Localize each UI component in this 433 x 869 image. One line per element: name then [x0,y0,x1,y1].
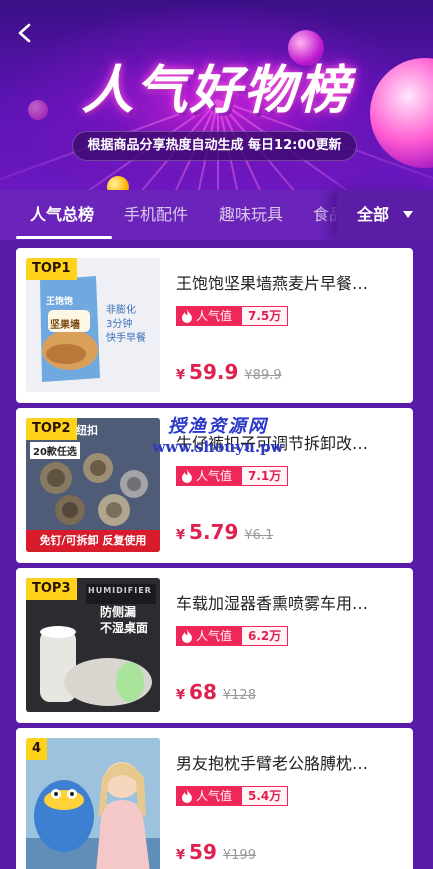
popularity-tag: 人气值 7.1万 [176,466,289,486]
popularity-tag: 人气值 5.4万 [176,786,289,806]
bag-claim-3: 快手早餐 [106,333,146,344]
popularity-tag: 人气值 6.2万 [176,626,289,646]
bag-brand-text: 王饱饱 [46,297,74,307]
popularity-value: 5.4万 [241,786,289,806]
rank-badge: TOP3 [26,578,77,600]
price-block: ¥5.79 ¥6.1 [176,520,273,544]
popularity-label-box: 人气值 [176,786,242,806]
original-price: ¥128 [222,688,256,703]
product-card[interactable]: 4 男友抱枕手臂老公胳膊枕… 人气值 5.4万 ¥59 ¥199 [16,728,413,869]
original-price: ¥6.1 [244,528,274,543]
rank-badge: TOP2 [26,418,77,440]
currency-symbol: ¥ [176,688,186,703]
product-image[interactable]: TOP2 20款任选 纽扣 免钉/可拆卸 反复使用 [26,418,160,552]
category-tabs: 人气总榜 手机配件 趣味玩具 食品 全部 [0,190,433,240]
flame-icon [182,789,192,803]
price-block: ¥59.9 ¥89.9 [176,360,282,384]
image-tag-selection: 20款任选 [30,442,80,459]
product-title[interactable]: 男友抱枕手臂老公胳膊枕… [176,750,400,774]
product-image[interactable]: TOP3 HUMIDIFIER 防侧漏 不湿桌面 [26,578,160,712]
rank-badge: TOP1 [26,258,77,280]
image-tag-buttons: 纽扣 [76,424,98,437]
product-card[interactable]: TOP2 20款任选 纽扣 免钉/可拆卸 反复使用 牛仔裤扣子可调节拆卸改… 人… [16,408,413,563]
page-title: 人气好物榜 [81,61,352,121]
image-bottom-banner: 免钉/可拆卸 反复使用 [26,530,160,552]
rank-badge: 4 [26,738,48,760]
product-title[interactable]: 车载加湿器香熏喷雾车用… [176,590,400,614]
currency-symbol: ¥ [176,848,186,863]
bag-label-text: 坚果墙 [50,320,80,331]
product-image[interactable]: 4 [26,738,160,869]
product-card[interactable]: TOP1 王饱饱 坚果墙 非膨化 3分钟 快手早餐 王饱饱坚果墙燕麦片早餐… 人… [16,248,413,403]
product-list[interactable]: TOP1 王饱饱 坚果墙 非膨化 3分钟 快手早餐 王饱饱坚果墙燕麦片早餐… 人… [0,240,433,869]
popularity-tag: 人气值 7.5万 [176,306,289,326]
current-price: 59 [189,840,217,864]
decor-ball [107,176,129,190]
bag-claim-1: 非膨化 [106,305,136,316]
bag-claim-2: 3分钟 [106,319,133,330]
popularity-label-box: 人气值 [176,466,242,486]
current-price: 59.9 [189,360,239,384]
popularity-label-box: 人气值 [176,306,242,326]
current-price: 68 [189,680,217,704]
header-banner: 人气好物榜 根据商品分享热度自动生成 每日12:00更新 [0,0,433,190]
popularity-value: 7.1万 [241,466,289,486]
popularity-label: 人气值 [196,789,233,803]
all-categories-label: 全部 [357,205,390,224]
image-claims: 防侧漏 不湿桌面 [100,604,148,636]
popularity-value: 6.2万 [241,626,289,646]
page-subtitle: 根据商品分享热度自动生成 每日12:00更新 [72,131,357,161]
original-price: ¥199 [222,848,256,863]
flame-icon [182,469,192,483]
all-categories-dropdown[interactable]: 全部 [337,190,433,240]
popularity-label: 人气值 [196,469,233,483]
caret-down-icon [403,211,413,218]
product-title[interactable]: 王饱饱坚果墙燕麦片早餐… [176,270,400,294]
image-claim-1: 防侧漏 [100,605,137,619]
image-claim-2: 不湿桌面 [100,621,149,635]
product-card[interactable]: TOP3 HUMIDIFIER 防侧漏 不湿桌面 车载加湿器香熏喷雾车用… 人气… [16,568,413,723]
price-block: ¥59 ¥199 [176,840,256,864]
original-price: ¥89.9 [244,368,282,383]
product-image[interactable]: TOP1 王饱饱 坚果墙 非膨化 3分钟 快手早餐 [26,258,160,392]
current-price: 5.79 [189,520,239,544]
price-block: ¥68 ¥128 [176,680,256,704]
popularity-label: 人气值 [196,629,233,643]
back-arrow-icon[interactable] [14,22,36,44]
currency-symbol: ¥ [176,368,186,383]
popularity-value: 7.5万 [241,306,289,326]
flame-icon [182,309,192,323]
image-brand-text: HUMIDIFIER [88,586,152,595]
currency-symbol: ¥ [176,528,186,543]
popularity-label-box: 人气值 [176,626,242,646]
tab-popular-overall[interactable]: 人气总榜 [30,190,94,240]
tab-fun-toys[interactable]: 趣味玩具 [219,190,283,240]
flame-icon [182,629,192,643]
tab-phone-accessories[interactable]: 手机配件 [124,190,188,240]
bag-claims: 非膨化 3分钟 快手早餐 [106,304,146,346]
product-title[interactable]: 牛仔裤扣子可调节拆卸改… [176,430,400,454]
popularity-label: 人气值 [196,309,233,323]
active-tab-indicator [16,236,112,239]
